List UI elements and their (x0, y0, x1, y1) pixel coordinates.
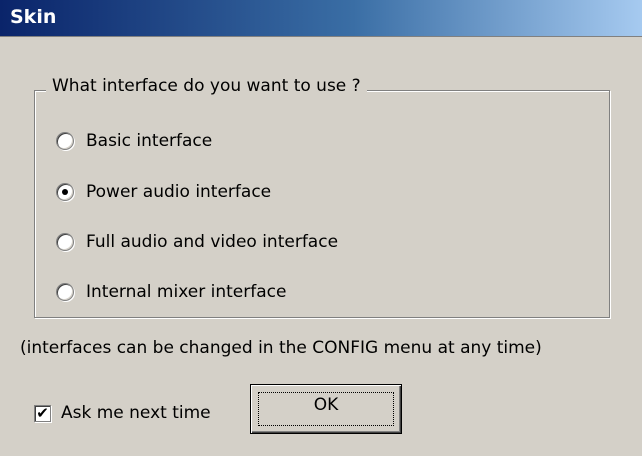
checkmark-icon: ✔ (36, 403, 49, 422)
radio-button-icon[interactable] (56, 132, 74, 150)
radio-button-icon[interactable] (56, 283, 74, 301)
config-hint-text: (interfaces can be changed in the CONFIG… (20, 338, 542, 358)
radio-basic-interface[interactable]: Basic interface (56, 127, 212, 155)
window-title: Skin (10, 6, 57, 28)
ask-me-next-time-checkbox[interactable]: ✔ (34, 403, 51, 422)
radio-label[interactable]: Internal mixer interface (86, 281, 286, 303)
radio-internal-mixer-interface[interactable]: Internal mixer interface (56, 278, 286, 306)
ask-me-next-time-label[interactable]: Ask me next time (61, 402, 211, 424)
groupbox-legend: What interface do you want to use ? (46, 75, 367, 97)
radio-label[interactable]: Full audio and video interface (86, 231, 338, 253)
radio-label[interactable]: Power audio interface (86, 181, 271, 203)
ok-button-label: OK (313, 395, 339, 415)
radio-power-audio-interface[interactable]: Power audio interface (56, 178, 271, 206)
title-bar: Skin (0, 0, 642, 37)
radio-label[interactable]: Basic interface (86, 130, 212, 152)
ok-button[interactable]: OK (250, 384, 402, 434)
radio-button-icon[interactable] (56, 233, 74, 251)
radio-full-audio-video-interface[interactable]: Full audio and video interface (56, 228, 338, 256)
radio-button-icon[interactable] (56, 183, 74, 201)
ask-me-next-time-checkbox-row[interactable]: ✔ Ask me next time (34, 400, 211, 426)
